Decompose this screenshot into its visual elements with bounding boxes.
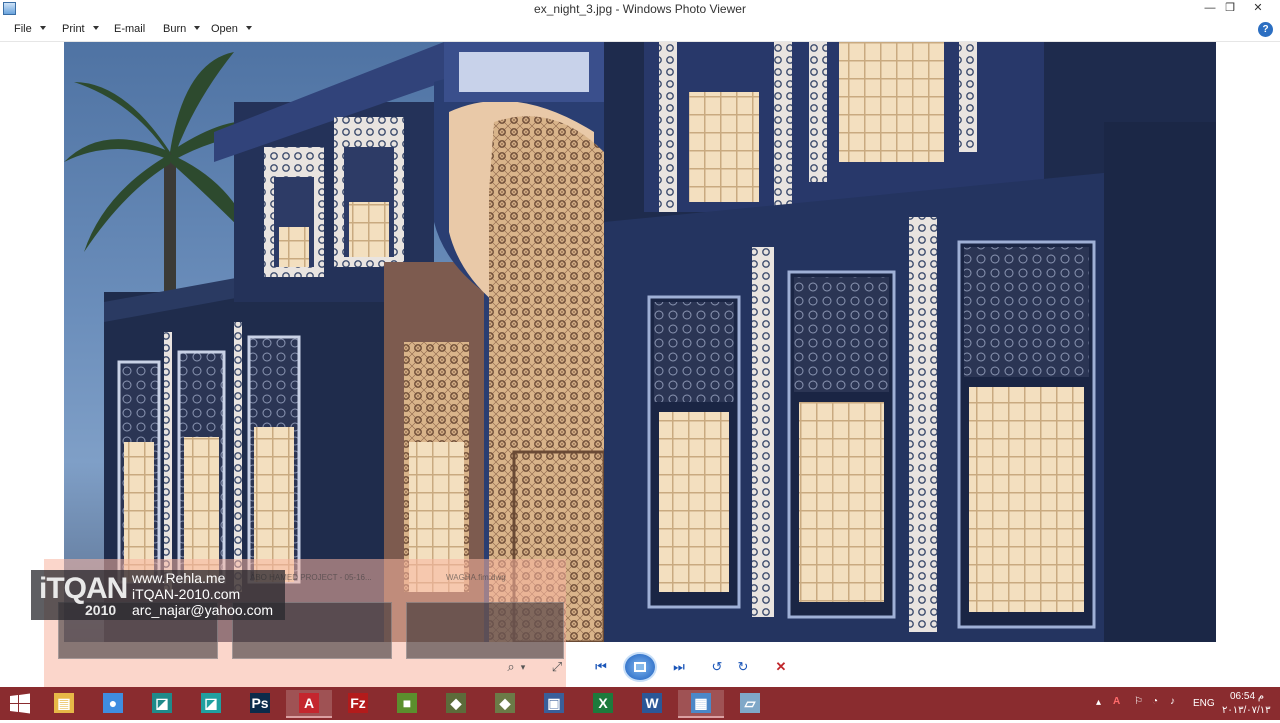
file-explorer-icon: ▤ (54, 693, 74, 713)
image-viewer: ABO HAMED PROJECT - 05-16... WAGHA.fim.d… (0, 42, 1280, 687)
help-icon[interactable]: ? (1258, 22, 1273, 37)
photoshop-icon: Ps (250, 693, 270, 713)
clock-time[interactable]: 06:54 م (1230, 691, 1264, 702)
volume-tray-icon[interactable]: ♪ (1170, 696, 1175, 707)
previous-button[interactable]: ⏮ (593, 660, 609, 674)
restore-button[interactable]: ❒ (1218, 0, 1242, 19)
3ds-max-2-icon: ◪ (201, 693, 221, 713)
window-title: ex_night_3.jpg - Windows Photo Viewer (534, 2, 746, 16)
chevron-down-icon (39, 26, 46, 30)
taskbar-app-3ds-max-1[interactable]: ◪ (139, 690, 185, 718)
zoom-icon[interactable]: ⌕ (503, 660, 519, 674)
building-render (64, 42, 1216, 642)
menu-open[interactable]: Open (211, 23, 252, 35)
wifi-tray-icon[interactable]: ◔ (1152, 696, 1158, 707)
taskbar-app-notepad[interactable]: ▱ (727, 690, 773, 718)
watermark-logo: iTQAN 2010 www.Rehla.me iTQAN-2010.com a… (31, 570, 285, 620)
excel-icon: X (593, 693, 613, 713)
notepad-icon: ▱ (740, 693, 760, 713)
windows-logo-icon (10, 693, 30, 714)
taskbar-app-app-olive-1[interactable]: ◆ (433, 690, 479, 718)
chevron-down-icon (194, 26, 201, 30)
network-app-icon: ▣ (544, 693, 564, 713)
taskbar-app-app-green[interactable]: ■ (384, 690, 430, 718)
menu-email-label: E-mail (114, 23, 146, 35)
taskbar-app-word[interactable]: W (629, 690, 675, 718)
network-tray-icon[interactable]: ⚐ (1134, 696, 1143, 707)
photo-viewer-icon: ▦ (691, 693, 711, 713)
start-button[interactable] (0, 687, 40, 720)
app-olive-2-icon: ◆ (495, 693, 515, 713)
app-olive-1-icon: ◆ (446, 693, 466, 713)
watermark-line-1: www.Rehla.me (132, 570, 226, 586)
taskbar-app-filezilla[interactable]: Fz (335, 690, 381, 718)
menu-file-label: File (14, 23, 32, 35)
slideshow-icon (634, 662, 646, 672)
photo-navigation-bar: ⌕ ▾ ⤢ ⏮ ⏭ ↺ ↻ ✕ (475, 652, 800, 682)
chevron-down-icon (92, 26, 99, 30)
taskbar-app-excel[interactable]: X (580, 690, 626, 718)
menu-open-label: Open (211, 23, 238, 35)
taskbar: ▤ ● ◪ ◪ Ps A Fz ■ ◆ ◆ ▣ X W ▦ ▱ ▴ A ⚐ ◔ ♪ ENG 06:54 م … (0, 687, 1280, 720)
itqan-logo-text: iTQAN (39, 572, 128, 605)
close-button[interactable]: ✕ (1246, 0, 1270, 19)
menu-bar: File Print E-mail Burn Open ? (0, 19, 1280, 42)
delete-button[interactable]: ✕ (773, 660, 789, 674)
autocad-icon: A (299, 693, 319, 713)
watermark-line-2: iTQAN-2010.com (132, 586, 241, 602)
rotate-left-button[interactable]: ↺ (709, 660, 725, 674)
actual-size-icon[interactable]: ⤢ (549, 660, 565, 674)
thumbnail-label-2: WAGHA.fim.dwg (446, 573, 506, 582)
3ds-max-1-icon: ◪ (152, 693, 172, 713)
taskbar-app-network-app[interactable]: ▣ (531, 690, 577, 718)
taskbar-app-chrome[interactable]: ● (90, 690, 136, 718)
word-icon: W (642, 693, 662, 713)
menu-burn[interactable]: Burn (163, 23, 201, 35)
zoom-caret-icon[interactable]: ▾ (519, 660, 527, 674)
taskbar-app-app-olive-2[interactable]: ◆ (482, 690, 528, 718)
menu-burn-label: Burn (163, 23, 187, 35)
chevron-down-icon (245, 26, 252, 30)
language-indicator[interactable]: ENG (1193, 698, 1215, 709)
menu-file[interactable]: File (14, 23, 46, 35)
watermark-line-3: arc_najar@yahoo.com (132, 602, 274, 618)
tray-chevron-icon[interactable]: ▴ (1096, 697, 1101, 708)
rotate-right-button[interactable]: ↻ (735, 660, 751, 674)
taskbar-app-photo-viewer[interactable]: ▦ (678, 690, 724, 718)
taskbar-app-autocad[interactable]: A (286, 690, 332, 718)
menu-print-label: Print (62, 23, 85, 35)
menu-print[interactable]: Print (62, 23, 99, 35)
menu-email[interactable]: E-mail (114, 23, 145, 35)
acrobat-tray-icon[interactable]: A (1113, 696, 1120, 707)
itqan-logo-year: 2010 (85, 602, 117, 618)
taskbar-app-3ds-max-2[interactable]: ◪ (188, 690, 234, 718)
thumbnail-preview-3 (406, 602, 564, 659)
slideshow-button[interactable] (623, 652, 657, 682)
taskbar-app-photoshop[interactable]: Ps (237, 690, 283, 718)
building-night-photo (64, 42, 1216, 642)
left-windows (117, 322, 301, 592)
chrome-icon: ● (103, 693, 123, 713)
taskbar-app-file-explorer[interactable]: ▤ (41, 690, 87, 718)
app-green-icon: ■ (397, 693, 417, 713)
next-button[interactable]: ⏭ (671, 660, 687, 674)
clock-date[interactable]: ٢٠١٣/٠٧/١٣ (1222, 705, 1271, 716)
title-bar: ex_night_3.jpg - Windows Photo Viewer — … (0, 0, 1280, 19)
filezilla-icon: Fz (348, 693, 368, 713)
